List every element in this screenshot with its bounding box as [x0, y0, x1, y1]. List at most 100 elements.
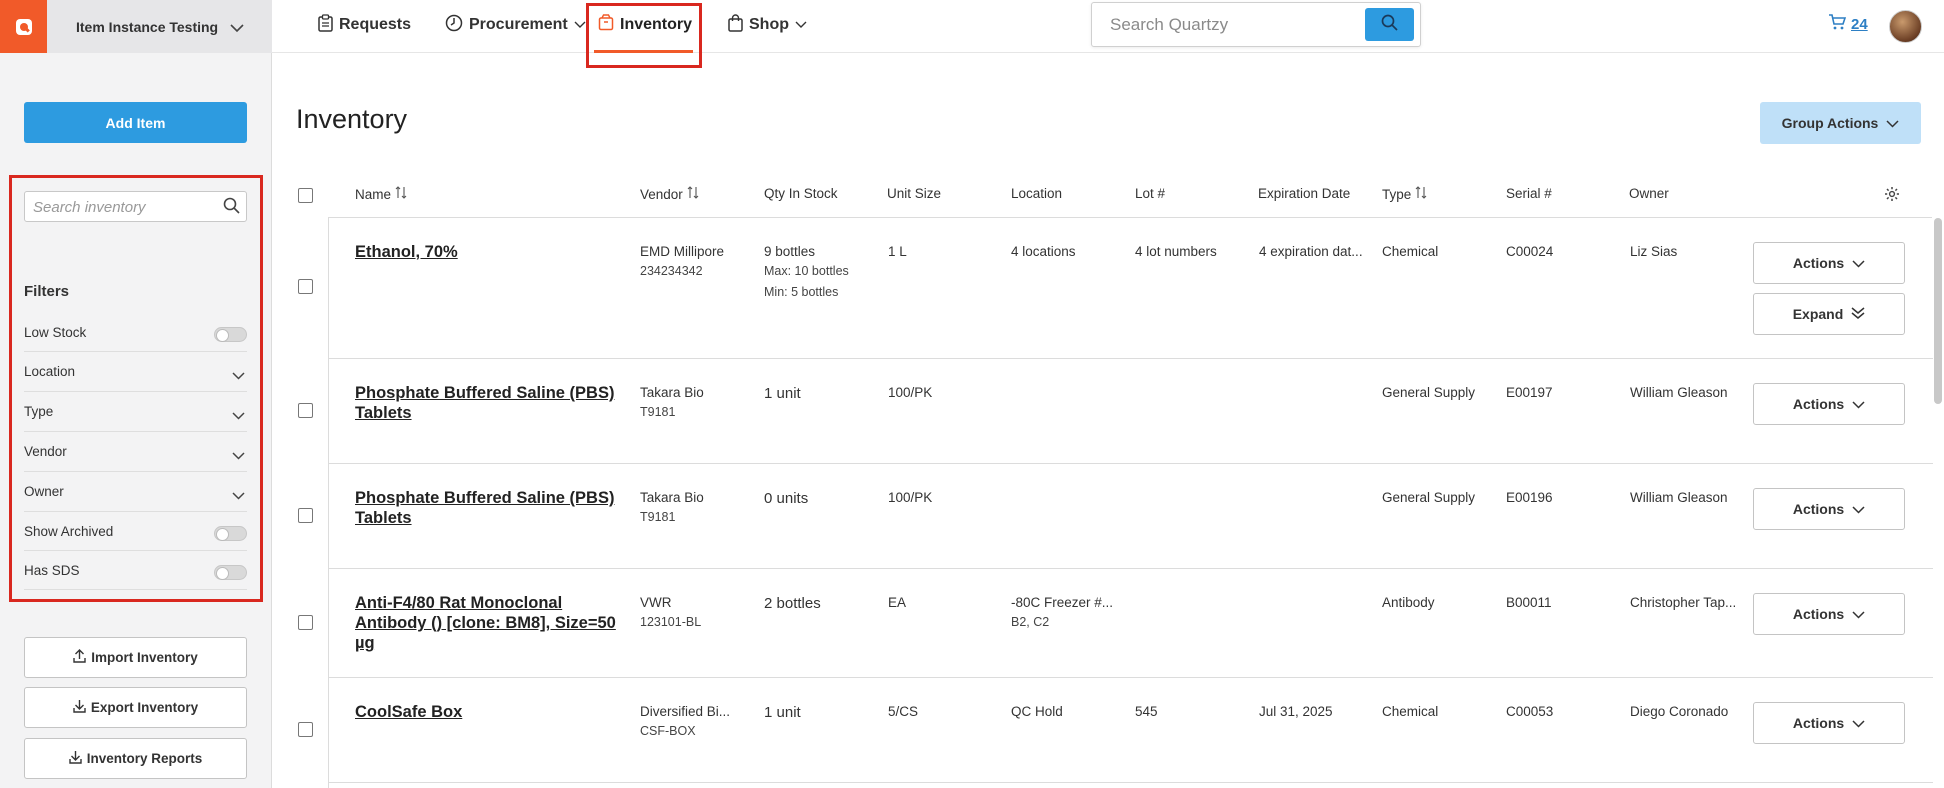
- column-header-unit-size: Unit Size: [887, 186, 942, 201]
- item-name-link[interactable]: Ethanol, 70%: [355, 242, 625, 262]
- sidebar: Item Instance Testing Add Item Search in…: [0, 0, 272, 788]
- column-label: Type: [1382, 186, 1412, 202]
- qty-value: 0 units: [764, 490, 809, 507]
- add-item-button[interactable]: Add Item: [24, 102, 247, 143]
- global-search-input[interactable]: Search Quartzy: [1091, 2, 1421, 47]
- row-checkbox[interactable]: [298, 722, 313, 737]
- bag-icon: [728, 13, 743, 37]
- row-checkbox[interactable]: [298, 279, 313, 294]
- type-cell: Chemical: [1382, 704, 1439, 719]
- group-actions-button[interactable]: Group Actions: [1760, 102, 1921, 144]
- actions-label: Actions: [1792, 715, 1845, 731]
- owner-cell: Christopher Tap...: [1630, 595, 1737, 610]
- row-expand-button[interactable]: Expand: [1753, 293, 1905, 335]
- row-actions-button[interactable]: Actions: [1753, 242, 1905, 284]
- catalog-number: T9181: [640, 405, 676, 420]
- download-icon: [69, 750, 82, 767]
- nav-shop[interactable]: Shop: [728, 0, 807, 50]
- sort-icon: [395, 186, 407, 202]
- owner-cell: William Gleason: [1630, 490, 1728, 505]
- column-header-qty: Qty In Stock: [764, 186, 838, 201]
- sort-icon: [1415, 186, 1427, 202]
- chevron-down-icon: [795, 16, 807, 34]
- item-name-link[interactable]: CoolSafe Box: [355, 702, 625, 722]
- location-cell: -80C Freezer #... B2, C2: [1011, 593, 1113, 632]
- unit-size-cell: EA: [888, 595, 907, 610]
- gear-icon[interactable]: [1884, 186, 1900, 202]
- column-header-name[interactable]: Name: [355, 186, 407, 202]
- clipboard-icon: [318, 13, 333, 37]
- app: Item Instance Testing Add Item Search in…: [0, 0, 1944, 788]
- row-checkbox[interactable]: [298, 508, 313, 523]
- column-header-type[interactable]: Type: [1382, 186, 1427, 202]
- inventory-reports-button[interactable]: Inventory Reports: [24, 738, 247, 779]
- catalog-number: CSF-BOX: [640, 724, 696, 739]
- double-chevron-down-icon: [1851, 306, 1865, 322]
- upload-icon: [73, 649, 86, 666]
- row-checkbox[interactable]: [298, 615, 313, 630]
- filter-owner[interactable]: Owner: [24, 472, 247, 512]
- show-archived-toggle[interactable]: [214, 526, 247, 541]
- expiration-cell: 4 expiration dat...: [1259, 244, 1363, 259]
- lab-switcher[interactable]: Item Instance Testing: [47, 0, 272, 53]
- column-header-lot: Lot #: [1135, 186, 1166, 201]
- filters-title: Filters: [24, 283, 70, 300]
- filter-has-sds[interactable]: Has SDS: [24, 551, 247, 590]
- column-header-expiration: Expiration Date: [1258, 186, 1351, 201]
- qty-value: 9 bottles: [764, 244, 816, 259]
- search-inventory-input[interactable]: Search inventory: [24, 191, 247, 222]
- row-actions-button[interactable]: Actions: [1753, 593, 1905, 635]
- item-name-link[interactable]: Phosphate Buffered Saline (PBS) Tablets: [355, 383, 625, 423]
- table-row: CoolSafe Box Diversified Bi... CSF-BOX 1…: [329, 678, 1933, 783]
- vendor-name: Takara Bio: [640, 490, 704, 505]
- qty-min: Min: 5 bottles: [764, 285, 839, 299]
- nav-requests[interactable]: Requests: [318, 0, 411, 50]
- cart-link[interactable]: 24: [1828, 14, 1868, 34]
- export-inventory-button[interactable]: Export Inventory: [24, 687, 247, 728]
- item-name-link[interactable]: Phosphate Buffered Saline (PBS) Tablets: [355, 488, 625, 528]
- expand-label: Expand: [1792, 306, 1844, 322]
- vendor-name: VWR: [640, 595, 672, 610]
- filter-label: Owner: [24, 484, 64, 499]
- column-header-vendor[interactable]: Vendor: [640, 186, 699, 202]
- chevron-down-icon: [1852, 501, 1865, 517]
- filter-label: Vendor: [24, 444, 67, 459]
- serial-cell: C00053: [1506, 704, 1554, 719]
- inventory-reports-label: Inventory Reports: [86, 751, 203, 766]
- filter-type[interactable]: Type: [24, 392, 247, 432]
- search-button[interactable]: [1365, 8, 1414, 41]
- row-actions-button[interactable]: Actions: [1753, 488, 1905, 530]
- filter-location[interactable]: Location: [24, 352, 247, 392]
- inventory-table: Ethanol, 70% EMD Millipore 234234342 9 b…: [328, 217, 1933, 788]
- low-stock-toggle[interactable]: [214, 327, 247, 342]
- row-checkbox[interactable]: [298, 403, 313, 418]
- vendor-cell: Takara Bio T9181: [640, 383, 704, 422]
- filter-label: Show Archived: [24, 523, 114, 539]
- vendor-name: EMD Millipore: [640, 244, 725, 259]
- catalog-number: T9181: [640, 510, 676, 525]
- filter-show-archived[interactable]: Show Archived: [24, 512, 247, 551]
- qty-value: 2 bottles: [764, 595, 821, 612]
- chevron-down-icon: [1852, 606, 1865, 622]
- location-cell: QC Hold: [1011, 704, 1063, 719]
- table-scrollbar[interactable]: [1934, 218, 1942, 404]
- quartzy-logo[interactable]: [0, 0, 47, 53]
- vendor-cell: Diversified Bi... CSF-BOX: [640, 702, 730, 741]
- filter-vendor[interactable]: Vendor: [24, 432, 247, 472]
- row-actions-button[interactable]: Actions: [1753, 383, 1905, 425]
- has-sds-toggle[interactable]: [214, 565, 247, 580]
- chevron-down-icon: [232, 408, 245, 423]
- import-inventory-label: Import Inventory: [91, 650, 198, 665]
- item-name-link[interactable]: Anti-F4/80 Rat Monoclonal Antibody () [c…: [355, 593, 625, 653]
- import-inventory-button[interactable]: Import Inventory: [24, 637, 247, 678]
- user-avatar[interactable]: [1889, 10, 1922, 43]
- nav-procurement[interactable]: Procurement: [445, 0, 586, 50]
- filter-low-stock[interactable]: Low Stock: [24, 313, 247, 352]
- select-all-checkbox[interactable]: [298, 188, 313, 203]
- column-header-owner: Owner: [1629, 186, 1669, 201]
- vendor-name: Diversified Bi...: [640, 704, 731, 719]
- column-label: Vendor: [640, 186, 683, 202]
- unit-size-cell: 100/PK: [888, 385, 933, 400]
- row-actions-button[interactable]: Actions: [1753, 702, 1905, 744]
- catalog-number: 123101-BL: [640, 615, 702, 630]
